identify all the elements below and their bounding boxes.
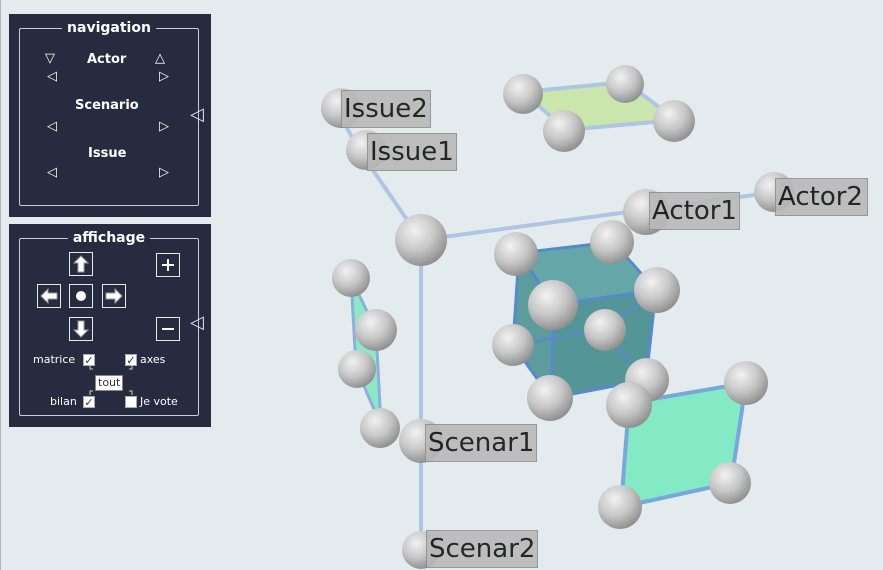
minus-icon <box>162 328 174 330</box>
sphere <box>338 350 376 388</box>
node-label-actor1[interactable]: Actor1 <box>649 192 740 230</box>
tout-button[interactable]: tout <box>95 375 124 391</box>
sphere <box>494 232 538 276</box>
sphere <box>503 74 543 114</box>
sphere <box>634 267 680 313</box>
pan-left-button[interactable] <box>37 284 61 308</box>
sphere <box>598 485 642 529</box>
affichage-collapse-button[interactable]: ◁ <box>190 314 204 332</box>
node-label-scenar1[interactable]: Scenar1 <box>425 424 538 462</box>
node-label-actor2[interactable]: Actor2 <box>775 178 868 216</box>
sphere <box>653 100 695 142</box>
sphere <box>360 408 400 448</box>
scenario-label: Scenario <box>75 98 139 113</box>
scenario-left-button[interactable]: ◁ <box>47 120 57 134</box>
bilan-label: bilan <box>50 395 77 408</box>
sphere <box>584 309 626 351</box>
pan-up-button[interactable] <box>69 252 93 276</box>
scenario-right-button[interactable]: ▷ <box>159 120 169 134</box>
sphere <box>606 65 644 103</box>
center-view-button[interactable] <box>69 284 93 308</box>
affichage-panel: affichage ◁ matrice ✓ ✓ axes tout bilan … <box>9 224 211 427</box>
sphere <box>395 214 447 266</box>
navigation-title: navigation <box>62 19 156 37</box>
zoom-out-button[interactable] <box>156 317 180 341</box>
actor-left-button[interactable]: ◁ <box>47 70 57 84</box>
plus-icon <box>162 259 174 271</box>
arrow-right-icon <box>105 288 123 304</box>
affichage-title: affichage <box>67 229 151 247</box>
node-label-issue1[interactable]: Issue1 <box>367 133 457 171</box>
navigation-panel: navigation ▽ Actor △ ◁ ▷ Scenario ◁ ▷ Is… <box>9 14 211 217</box>
zoom-in-button[interactable] <box>156 253 180 277</box>
actor-right-button[interactable]: ▷ <box>159 70 169 84</box>
sphere <box>355 309 397 351</box>
dot-icon <box>76 291 86 301</box>
actor-label: Actor <box>87 52 127 67</box>
sphere <box>492 324 534 366</box>
sphere <box>590 220 634 264</box>
arrow-left-icon <box>40 288 58 304</box>
issue-label: Issue <box>88 146 127 161</box>
sphere <box>528 280 578 330</box>
node-label-issue2[interactable]: Issue2 <box>341 90 431 128</box>
sphere <box>606 382 652 428</box>
actor-down-button[interactable]: ▽ <box>45 52 55 66</box>
matrice-label: matrice <box>33 353 76 366</box>
sphere <box>543 110 585 152</box>
arrow-up-icon <box>73 255 89 273</box>
pan-down-button[interactable] <box>69 317 93 341</box>
sphere <box>527 375 573 421</box>
sphere <box>724 361 768 405</box>
issue-left-button[interactable]: ◁ <box>47 166 57 180</box>
sphere <box>332 259 370 297</box>
arrow-down-icon <box>73 320 89 338</box>
je-vote-label: Je vote <box>140 395 178 408</box>
node-label-scenar2[interactable]: Scenar2 <box>426 530 539 568</box>
sphere <box>709 462 751 504</box>
actor-up-button[interactable]: △ <box>155 52 165 66</box>
pan-right-button[interactable] <box>102 284 126 308</box>
issue-right-button[interactable]: ▷ <box>159 166 169 180</box>
bilan-checkbox[interactable]: ✓ <box>83 396 95 408</box>
je-vote-checkbox[interactable] <box>125 396 137 408</box>
navigation-collapse-button[interactable]: ◁ <box>190 106 204 124</box>
axes-label: axes <box>140 353 166 366</box>
